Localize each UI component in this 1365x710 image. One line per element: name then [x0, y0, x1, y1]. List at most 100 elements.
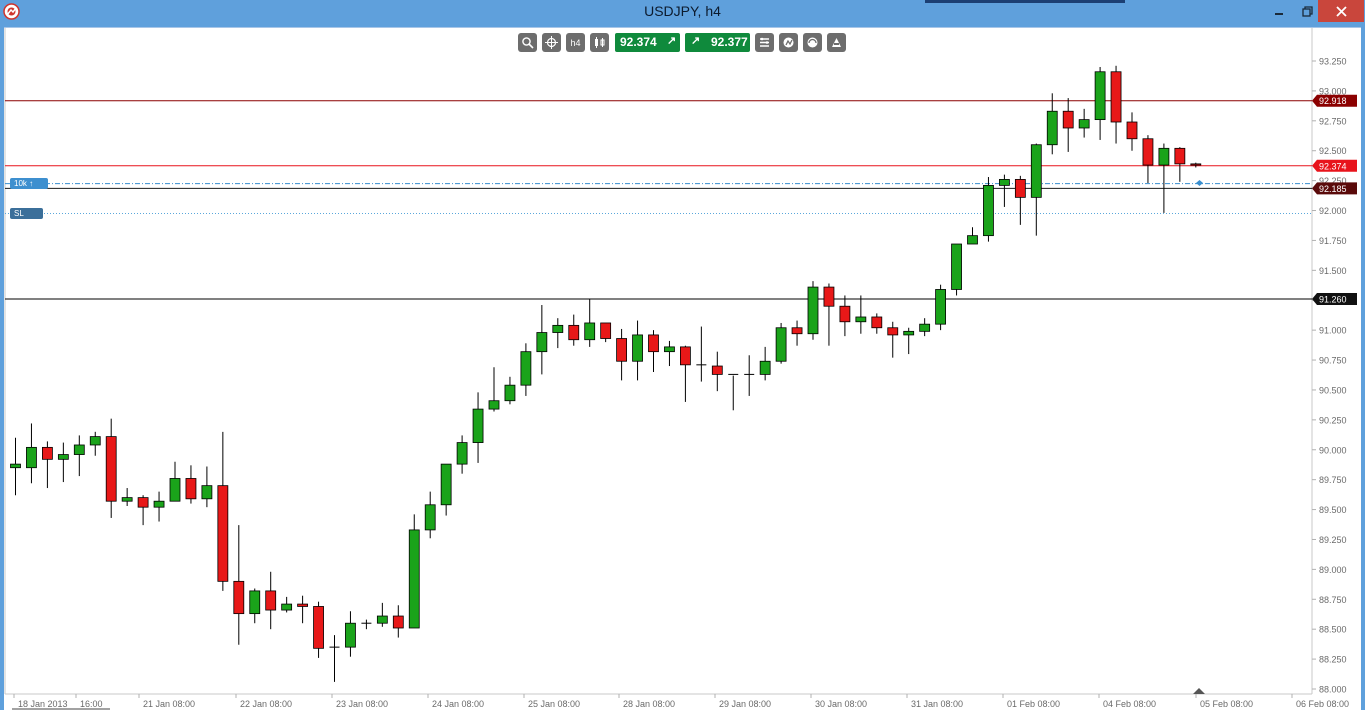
candle-body	[552, 324, 564, 333]
candle-body	[1062, 110, 1074, 129]
time-tick-label: 06 Feb 08:00	[1296, 699, 1349, 709]
candle-body	[1094, 71, 1106, 121]
price-tick-label: 90.000	[1319, 445, 1347, 455]
crosshair-icon	[545, 36, 558, 49]
sell-arrow-icon: ↗	[667, 35, 677, 47]
candle-body	[42, 446, 53, 460]
sell-price-button[interactable]: 92.374 ↗	[615, 33, 680, 52]
time-tick-label: 21 Jan 08:00	[143, 699, 195, 709]
candle-body	[392, 615, 404, 629]
candle-body	[408, 529, 420, 629]
candle-body	[520, 351, 532, 386]
candle-body	[951, 243, 962, 290]
candle-body	[26, 446, 37, 469]
chart-type-icon	[595, 37, 605, 48]
indicator-button[interactable]	[779, 33, 798, 52]
candle-body	[887, 327, 899, 336]
price-tick-label: 91.750	[1319, 236, 1347, 246]
take-profit-order-tag[interactable]: 10k ↑	[10, 178, 48, 189]
candle-body	[632, 334, 643, 362]
candle-body	[153, 500, 165, 508]
timeframe-button[interactable]: h4	[566, 33, 585, 52]
candle-body	[137, 497, 149, 508]
template-button[interactable]	[803, 33, 822, 52]
candlestick-chart[interactable]: 93.25093.00092.75092.50092.25092.00091.7…	[0, 0, 1365, 710]
trade-icon	[832, 38, 841, 47]
candle-body	[345, 622, 356, 648]
candle-body	[536, 332, 548, 353]
trade-button[interactable]	[827, 33, 846, 52]
zoom-button[interactable]	[518, 33, 537, 52]
crosshair-button[interactable]	[542, 33, 561, 52]
candle-body	[823, 286, 835, 307]
candle-body	[1014, 179, 1026, 198]
take-profit-label: 10k ↑	[14, 179, 34, 188]
price-tick-label: 90.500	[1319, 385, 1347, 395]
candle-body	[600, 322, 612, 339]
candle-body	[57, 454, 69, 460]
candle-body	[169, 478, 181, 502]
settings-button[interactable]	[755, 33, 774, 52]
candle-body	[440, 463, 452, 506]
candle-body	[313, 606, 324, 649]
stop-loss-order-tag[interactable]: SL	[10, 208, 43, 219]
candle-body	[1030, 144, 1042, 198]
candle-body	[472, 408, 484, 443]
stop-loss-label: SL	[14, 209, 24, 218]
candle-body	[1174, 147, 1186, 165]
settings-icon	[760, 37, 769, 47]
candle-body	[1158, 147, 1170, 166]
price-tick-label: 91.500	[1319, 266, 1347, 276]
time-tick-label: 30 Jan 08:00	[815, 699, 867, 709]
time-tick-label: 28 Jan 08:00	[623, 699, 675, 709]
ask-price: 92.377	[711, 35, 748, 49]
candle-body	[616, 338, 627, 362]
time-tick-label: 04 Feb 08:00	[1103, 699, 1156, 709]
candle-body	[10, 463, 21, 469]
candle-body	[297, 603, 309, 607]
time-tick-label: 25 Jan 08:00	[528, 699, 580, 709]
time-tick-label: 18 Jan 2013	[18, 699, 68, 709]
time-tick-label: 24 Jan 08:00	[432, 699, 484, 709]
price-tick-label: 88.750	[1319, 595, 1347, 605]
time-tick-label: 23 Jan 08:00	[336, 699, 388, 709]
candle-body	[233, 580, 245, 615]
candle-body	[648, 334, 659, 353]
price-tick-label: 90.750	[1319, 356, 1347, 366]
time-tick-label: 16:00	[80, 699, 103, 709]
candle-body	[89, 436, 101, 446]
candle-body	[1110, 71, 1122, 123]
shift-marker-icon	[1193, 688, 1205, 694]
candle-body	[201, 485, 213, 500]
buy-price-button[interactable]: ↗ 92.377	[685, 33, 750, 52]
candle-body	[999, 179, 1010, 186]
price-tick-label: 89.250	[1319, 535, 1347, 545]
price-tick-label: 89.750	[1319, 475, 1347, 485]
candle-body	[488, 400, 500, 410]
price-tick-label: 88.500	[1319, 625, 1347, 635]
buy-arrow-icon: ↗	[691, 35, 701, 47]
candle-body	[935, 289, 946, 325]
candle-body	[664, 346, 675, 353]
candle-body	[217, 485, 229, 582]
candle-body	[185, 478, 197, 500]
candle-body	[121, 497, 133, 502]
price-line-label: 92.374	[1319, 161, 1347, 171]
candle-body	[1142, 138, 1154, 166]
candle-body	[105, 436, 117, 502]
candle-body	[424, 504, 436, 531]
price-tick-label: 88.250	[1319, 655, 1347, 665]
indicator-icon	[783, 37, 794, 48]
price-tick-label: 88.000	[1319, 685, 1347, 695]
candle-body	[775, 327, 787, 362]
candle-body	[759, 360, 771, 375]
price-tick-label: 90.250	[1319, 415, 1347, 425]
candle-body	[680, 346, 691, 366]
timeframe-icon: h4	[570, 37, 581, 48]
candle-body	[839, 305, 851, 323]
template-icon	[807, 37, 818, 48]
time-tick-label: 05 Feb 08:00	[1200, 699, 1253, 709]
candle-body	[1046, 110, 1058, 146]
chart-type-button[interactable]	[590, 33, 609, 52]
candle-body	[903, 330, 915, 336]
